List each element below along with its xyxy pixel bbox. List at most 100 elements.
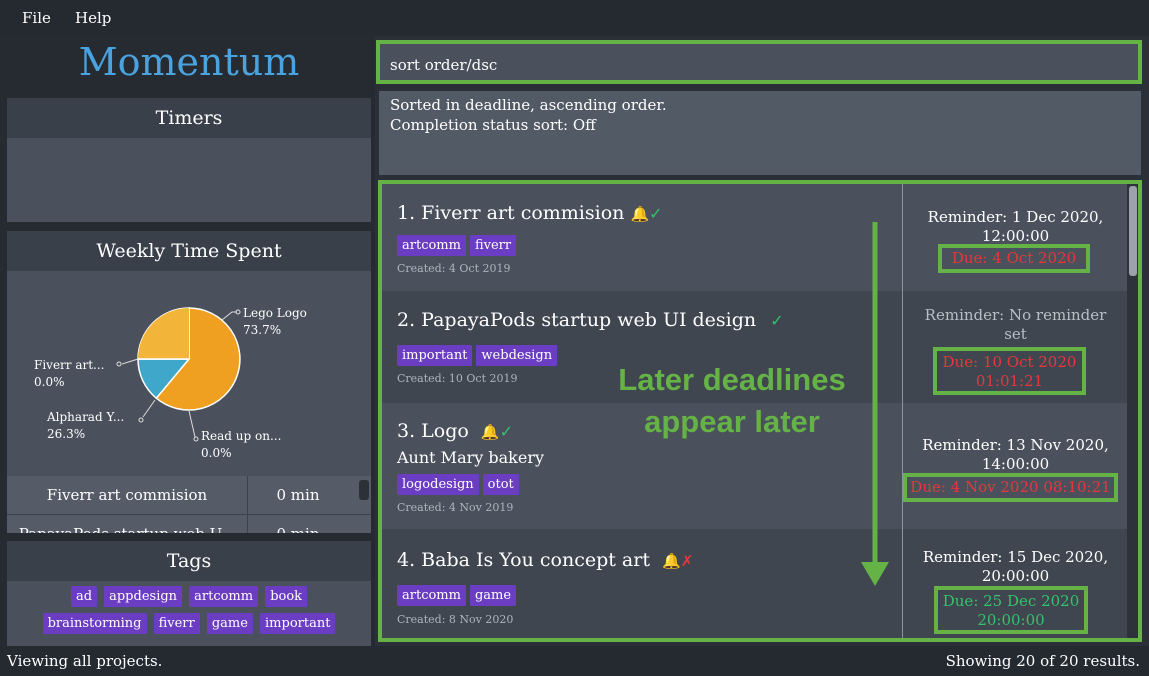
created-date: Created: 8 Nov 2020 — [397, 613, 514, 626]
tags-panel: Tags ad appdesign artcomm book brainstor… — [7, 541, 371, 647]
bell-icon: 🔔 — [480, 423, 500, 441]
status-right: Showing 20 of 20 results. — [945, 652, 1140, 670]
tag-chip[interactable]: brainstorming — [42, 613, 147, 634]
pie-label-readup: Read up on... 0.0% — [201, 428, 281, 462]
reminder-text: Reminder: 15 Dec 2020, 20:00:00 — [903, 548, 1128, 586]
menu-file[interactable]: File — [22, 9, 51, 27]
project-tags: artcomm fiverr — [397, 234, 520, 256]
reminder-line-2: set — [1004, 325, 1027, 343]
pie-label-lego: Lego Logo 73.7% — [243, 305, 307, 339]
due-line-2: 20:00:00 — [977, 611, 1045, 629]
tag-chip[interactable]: fiverr — [153, 613, 200, 634]
command-box[interactable]: sort order/dsc — [376, 40, 1142, 84]
project-tags: logodesign otot — [397, 473, 523, 495]
table-row[interactable]: Fiverr art commision 0 min — [7, 476, 371, 515]
time-row-name: Fiverr art commision — [46, 486, 208, 504]
tag-chip[interactable]: otot — [482, 474, 519, 495]
tag-chip[interactable]: important — [397, 345, 473, 366]
time-row-value: 0 min — [247, 476, 348, 514]
due-line-1: Due: 25 Dec 2020 — [942, 592, 1080, 610]
created-date: Created: 4 Nov 2019 — [397, 501, 514, 514]
reminder-line-2: 20:00:00 — [981, 567, 1050, 585]
project-card[interactable]: 1. Fiverr art commision 🔔✓ artcomm fiverr… — [382, 184, 1127, 291]
tag-chip[interactable]: appdesign — [104, 586, 183, 607]
tag-chip[interactable]: game — [206, 613, 253, 634]
left-sidebar: Momentum Timers Weekly Time Spent Lego L… — [0, 36, 375, 647]
table-row[interactable]: PapayaPods startup web U... 0 min — [7, 515, 371, 533]
project-title: 1. Fiverr art commision 🔔✓ — [397, 202, 663, 224]
project-card[interactable]: 4. Baba Is You concept art 🔔✗ artcomm gam… — [382, 529, 1128, 638]
pie-label-lego-name: Lego Logo — [243, 306, 307, 320]
reminder-line-1: Reminder: 13 Nov 2020, — [922, 436, 1109, 454]
due-date-highlight: Due: 4 Oct 2020 — [938, 244, 1090, 273]
pie-label-readup-pct: 0.0% — [201, 446, 232, 460]
menu-help[interactable]: Help — [75, 9, 111, 27]
pie-chart-area: Lego Logo 73.7% Fiverr art... 0.0% Alpha… — [7, 271, 371, 476]
timers-header: Timers — [7, 98, 371, 138]
status-bar: Viewing all projects. Showing 20 of 20 r… — [0, 646, 1149, 676]
result-display: Sorted in deadline, ascending order. Com… — [379, 91, 1141, 175]
reminder-line-2: 12:00:00 — [981, 227, 1050, 245]
project-title-text: 4. Baba Is You concept art — [397, 549, 650, 571]
tag-chip[interactable]: webdesign — [476, 345, 558, 366]
tags-header: Tags — [7, 541, 371, 581]
tag-chip[interactable]: artcomm — [189, 586, 259, 607]
list-scrollbar[interactable] — [1129, 186, 1137, 276]
check-icon: ✓ — [499, 422, 513, 441]
reminder-line-2: 14:00:00 — [981, 455, 1050, 473]
result-line-2: Completion status sort: Off — [390, 116, 596, 134]
reminder-text: Reminder: No reminder set — [903, 306, 1128, 344]
timers-panel: Timers — [7, 98, 371, 222]
app-title: Momentum — [78, 40, 300, 84]
pie-label-alpharad-name: Alpharad Y... — [47, 410, 125, 424]
result-line-1: Sorted in deadline, ascending order. — [390, 96, 667, 114]
due-date-highlight: Due: 25 Dec 2020 20:00:00 — [934, 586, 1088, 634]
created-date: Created: 10 Oct 2019 — [397, 372, 518, 385]
project-dates: Reminder: 1 Dec 2020, 12:00:00 Due: 4 Oc… — [902, 184, 1128, 291]
tag-chip[interactable]: ad — [70, 586, 98, 607]
project-tags: artcomm game — [397, 584, 520, 606]
project-title-text: 2. PapayaPods startup web UI design — [397, 309, 757, 331]
leader-alpharad — [142, 399, 156, 418]
reminder-line-1: Reminder: 15 Dec 2020, — [922, 548, 1109, 566]
project-title-text: 1. Fiverr art commision — [397, 202, 625, 224]
command-input[interactable]: sort order/dsc — [390, 56, 497, 74]
pie-label-fiverr-name: Fiverr art... — [34, 358, 105, 372]
project-title: 2. PapayaPods startup web UI design ✓ — [397, 309, 784, 331]
time-row-value: 0 min — [247, 515, 348, 533]
pie-label-fiverr-pct: 0.0% — [34, 375, 65, 389]
tag-chip[interactable]: book — [265, 586, 308, 607]
bell-icon: 🔔 — [662, 552, 681, 570]
annotation-line-1: Later deadlines — [618, 362, 846, 397]
tag-chip[interactable]: logodesign — [397, 474, 479, 495]
weekly-time-header: Weekly Time Spent — [7, 231, 371, 271]
tag-chip[interactable]: fiverr — [469, 235, 517, 256]
leader-readup — [188, 410, 196, 438]
reminder-line-1: Reminder: No reminder — [924, 306, 1107, 324]
project-title: 3. Logo 🔔✓ — [397, 420, 513, 442]
project-description: Aunt Mary bakery — [397, 448, 545, 467]
pie-label-fiverr: Fiverr art... 0.0% — [34, 357, 105, 391]
bell-icon: 🔔 — [630, 205, 650, 223]
project-dates: Reminder: 15 Dec 2020, 20:00:00 Due: 25 … — [902, 529, 1128, 638]
menu-bar: File Help — [0, 0, 1149, 36]
project-tags: important webdesign — [397, 344, 561, 366]
created-date: Created: 4 Oct 2019 — [397, 262, 511, 275]
tag-chip[interactable]: important — [260, 613, 336, 634]
due-date-highlight: Due: 10 Oct 2020 01:01:21 — [933, 347, 1086, 395]
tag-chip[interactable]: artcomm — [397, 585, 466, 606]
pie-slice-yellow-top — [138, 308, 189, 359]
annotation-line-2: appear later — [644, 404, 820, 439]
pie-label-alpharad: Alpharad Y... 26.3% — [47, 409, 124, 443]
reminder-line-1: Reminder: 1 Dec 2020, — [927, 208, 1104, 226]
check-icon: ✓ — [770, 311, 784, 330]
project-list[interactable]: 1. Fiverr art commision 🔔✓ artcomm fiverr… — [378, 180, 1142, 642]
tag-chip[interactable]: artcomm — [397, 235, 466, 256]
time-row-name: PapayaPods startup web U... — [7, 525, 247, 533]
project-dates: Reminder: No reminder set Due: 10 Oct 20… — [902, 291, 1128, 403]
time-spent-table[interactable]: Fiverr art commision 0 min PapayaPods st… — [7, 476, 371, 533]
pie-label-lego-pct: 73.7% — [243, 323, 282, 337]
table-scrollbar[interactable] — [359, 480, 369, 500]
reminder-text: Reminder: 13 Nov 2020, 14:00:00 — [903, 436, 1128, 474]
tag-chip[interactable]: game — [469, 585, 517, 606]
